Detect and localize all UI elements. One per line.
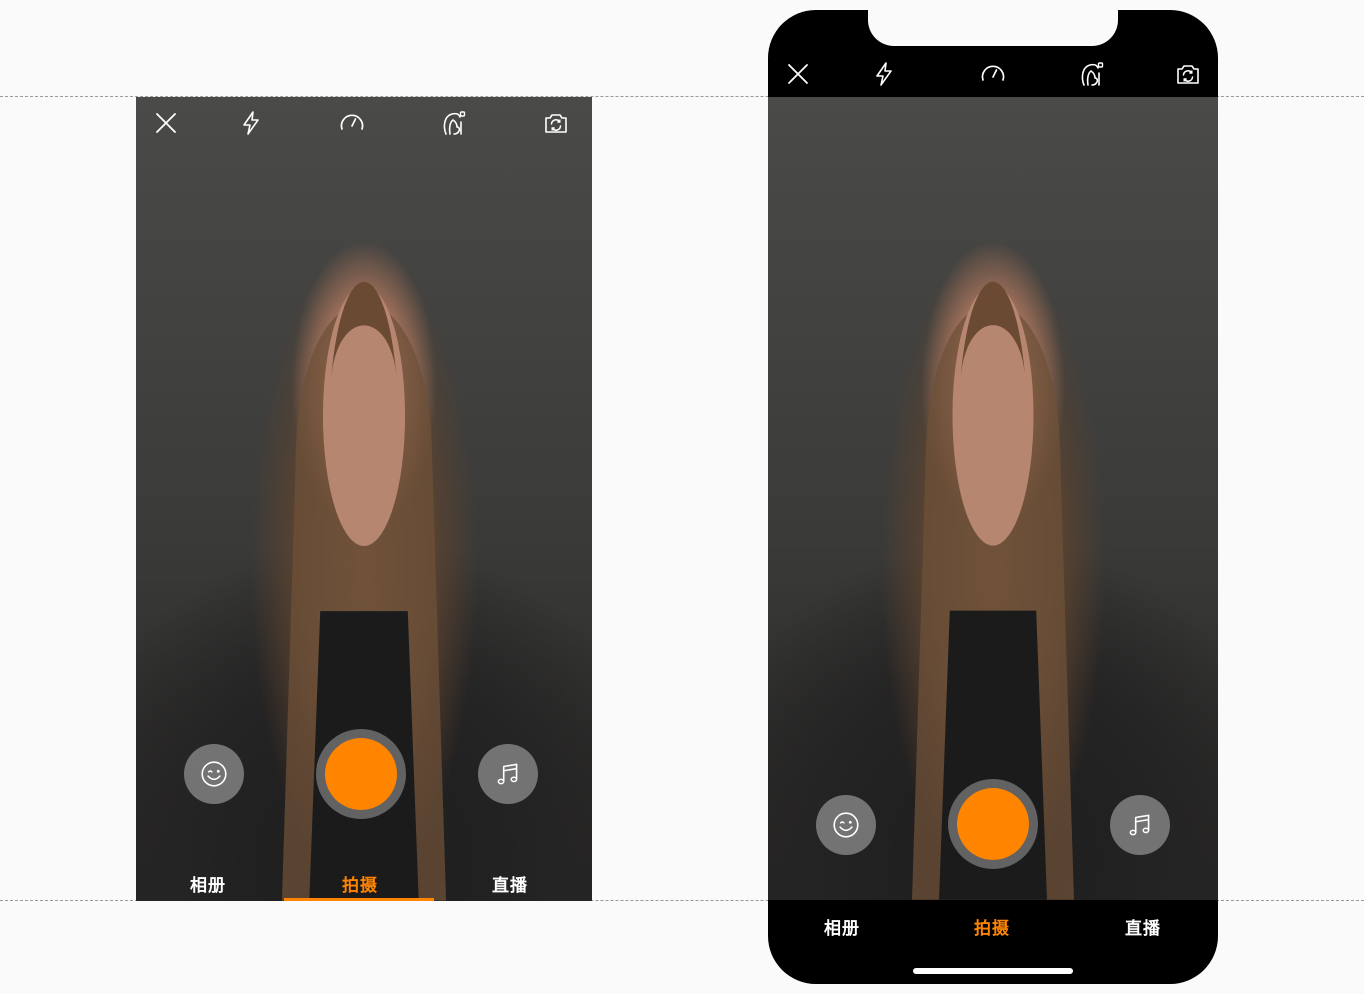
flash-icon[interactable]	[870, 60, 898, 88]
tab-shoot[interactable]: 拍摄	[974, 914, 1010, 939]
beauty-icon[interactable]	[440, 109, 468, 137]
flip-camera-icon[interactable]	[1174, 60, 1202, 88]
sticker-icon	[831, 810, 861, 840]
camera-screen-framed: 相册 拍摄 直播	[136, 97, 592, 901]
music-icon	[1125, 810, 1155, 840]
tab-live[interactable]: 直播	[492, 871, 528, 896]
tab-album[interactable]: 相册	[824, 914, 860, 939]
music-icon	[493, 759, 523, 789]
sticker-button[interactable]	[184, 744, 244, 804]
home-indicator	[913, 968, 1073, 974]
close-icon[interactable]	[152, 109, 180, 137]
music-button[interactable]	[478, 744, 538, 804]
flip-camera-icon[interactable]	[542, 109, 570, 137]
shutter-button[interactable]	[948, 779, 1038, 869]
shutter-core	[325, 738, 397, 810]
device-notch	[868, 10, 1118, 46]
sticker-button[interactable]	[816, 795, 876, 855]
speed-icon[interactable]	[979, 60, 1007, 88]
tab-live[interactable]: 直播	[1125, 914, 1161, 939]
beauty-icon[interactable]	[1078, 60, 1106, 88]
active-tab-indicator	[284, 898, 434, 901]
close-icon[interactable]	[784, 60, 812, 88]
shutter-button[interactable]	[316, 729, 406, 819]
shutter-core	[957, 788, 1029, 860]
music-button[interactable]	[1110, 795, 1170, 855]
tab-album[interactable]: 相册	[190, 871, 226, 896]
tab-shoot[interactable]: 拍摄	[342, 871, 378, 896]
speed-icon[interactable]	[338, 109, 366, 137]
camera-screen-full: 相册 拍摄 直播	[768, 10, 1218, 984]
flash-icon[interactable]	[237, 109, 265, 137]
sticker-icon	[199, 759, 229, 789]
